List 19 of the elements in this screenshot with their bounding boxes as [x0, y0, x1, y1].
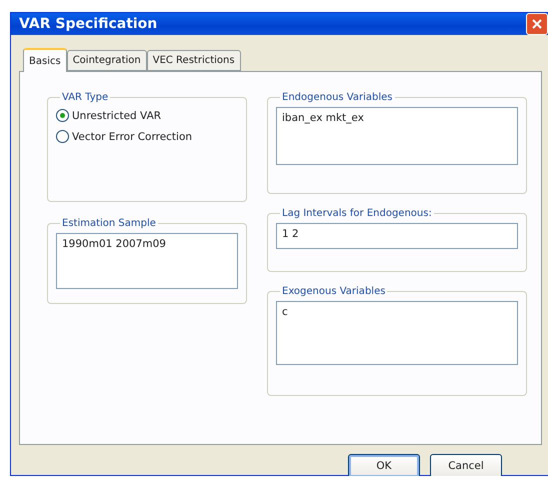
text-field[interactable]: 1990m01 2007m09 — [56, 233, 238, 289]
close-button[interactable] — [526, 13, 548, 35]
tab[interactable]: Cointegration — [66, 50, 147, 71]
radio-option[interactable]: Unrestricted VAR — [56, 109, 238, 122]
group-label: Estimation Sample — [61, 218, 157, 229]
group-label: Exogenous Variables — [281, 286, 386, 297]
dialog-button[interactable]: Cancel — [430, 454, 502, 476]
text-field[interactable]: 1 2 — [276, 223, 518, 249]
window-title: VAR Specification — [19, 16, 158, 32]
group-label: Endogenous Variables — [281, 92, 394, 103]
text-field[interactable]: c — [276, 301, 518, 365]
radio-option[interactable]: Vector Error Correction — [56, 130, 238, 143]
group-label: Lag Intervals for Endogenous: — [281, 208, 433, 219]
tab[interactable]: VEC Restrictions — [146, 50, 241, 71]
dialog-button[interactable]: OK — [348, 454, 420, 476]
tab[interactable]: Basics — [23, 48, 67, 72]
close-icon — [532, 19, 542, 29]
text-field[interactable]: iban_ex mkt_ex — [276, 107, 518, 165]
group-label: VAR Type — [61, 92, 110, 103]
